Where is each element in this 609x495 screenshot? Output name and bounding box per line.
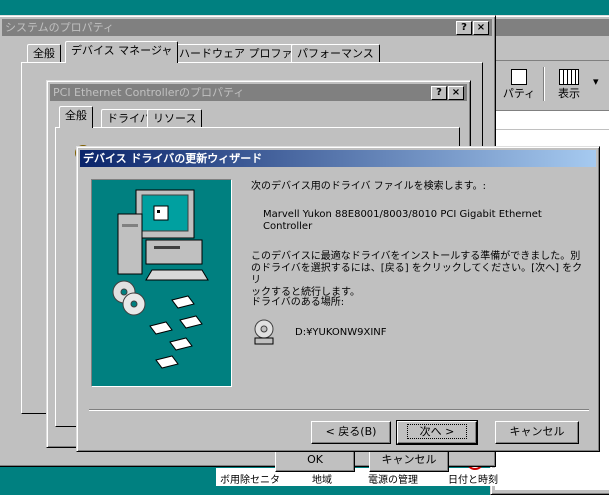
toolbar-separator — [543, 67, 545, 101]
wizard-separator — [89, 409, 589, 411]
pci-tab-general[interactable]: 全般 — [59, 106, 93, 128]
driver-path: D:¥YUKONW9XINF — [295, 327, 387, 338]
tab-general[interactable]: 全般 — [27, 44, 61, 63]
control-panel-titlebar — [494, 19, 609, 36]
tab-general-label: 全般 — [33, 47, 55, 60]
search-instruction: 次のデバイス用のドライバ ファイルを検索します。: — [251, 181, 487, 192]
pci-tab-general-label: 全般 — [65, 109, 87, 122]
pci-tab-resources-label: リソース — [153, 112, 197, 125]
cancel-button[interactable]: キャンセル — [495, 421, 579, 444]
control-panel-address-bar — [495, 110, 609, 129]
tab-performance[interactable]: パフォーマンス — [291, 44, 380, 63]
system-ok-label: OK — [307, 453, 323, 466]
properties-icon — [511, 69, 527, 85]
next-button[interactable]: 次へ > — [396, 420, 478, 445]
system-ok-button[interactable]: OK — [275, 449, 355, 472]
cp-item-label-4[interactable]: 日付と時刻 — [448, 471, 498, 486]
view-toolbar-button[interactable]: 表示 — [549, 67, 589, 101]
pci-tab-driver-label: ドライバ — [107, 112, 151, 125]
device-name: Marvell Yukon 88E8001/8003/8010 PCI Giga… — [263, 209, 542, 232]
view-dropdown-arrow[interactable]: ▾ — [593, 75, 599, 88]
cancel-button-label: キャンセル — [509, 425, 565, 438]
system-properties-titlebar: システムのプロパティ ? × — [2, 19, 492, 36]
back-button[interactable]: < 戻る(B) — [311, 421, 391, 444]
system-cancel-button[interactable]: キャンセル — [369, 449, 449, 472]
wizard-illustration — [91, 179, 232, 387]
pci-help-button[interactable]: ? — [431, 86, 447, 100]
pci-close-button[interactable]: × — [448, 86, 464, 100]
system-cancel-label: キャンセル — [381, 453, 437, 466]
update-driver-wizard: デバイス ドライバの更新ウィザード 次のデバイス用のドライバ ファイルを検索しま… — [76, 146, 600, 452]
view-icon — [559, 69, 579, 85]
pci-properties-titlebar: PCI Ethernet Controllerのプロパティ ? × — [50, 84, 467, 101]
cd-drive-icon — [254, 319, 274, 345]
help-button[interactable]: ? — [456, 21, 472, 35]
wizard-titlebar: デバイス ドライバの更新ウィザード — [80, 150, 596, 167]
ready-instruction: このデバイスに最適なドライバをインストールする準備ができました。別 のドライバを… — [251, 251, 583, 298]
control-panel-bottom-labels: ボ用除セニタ 地域 電源の管理 日付と時刻 — [216, 468, 516, 486]
pci-properties-title: PCI Ethernet Controllerのプロパティ — [53, 86, 245, 99]
tab-device-manager-label: デバイス マネージャ — [71, 44, 173, 57]
back-button-label: < 戻る(B) — [325, 425, 377, 438]
next-button-label: 次へ > — [406, 424, 468, 439]
properties-toolbar-label: パティ — [502, 87, 536, 100]
view-toolbar-label: 表示 — [558, 87, 580, 100]
properties-toolbar-button[interactable]: パティ — [497, 67, 541, 101]
system-properties-title: システムのプロパティ — [5, 21, 115, 34]
computer-with-disks-icon — [112, 189, 209, 369]
close-button[interactable]: × — [473, 21, 489, 35]
cp-item-label-2[interactable]: 地域 — [312, 471, 332, 486]
cp-item-label-3[interactable]: 電源の管理 — [368, 471, 418, 486]
tab-device-manager[interactable]: デバイス マネージャ — [65, 41, 179, 63]
cp-item-label-1[interactable]: ボ用除セニタ — [220, 471, 280, 486]
tab-performance-label: パフォーマンス — [297, 47, 374, 60]
pci-tab-resources[interactable]: リソース — [147, 109, 203, 128]
driver-location-label: ドライバのある場所: — [251, 297, 345, 308]
wizard-title: デバイス ドライバの更新ウィザード — [83, 152, 263, 165]
